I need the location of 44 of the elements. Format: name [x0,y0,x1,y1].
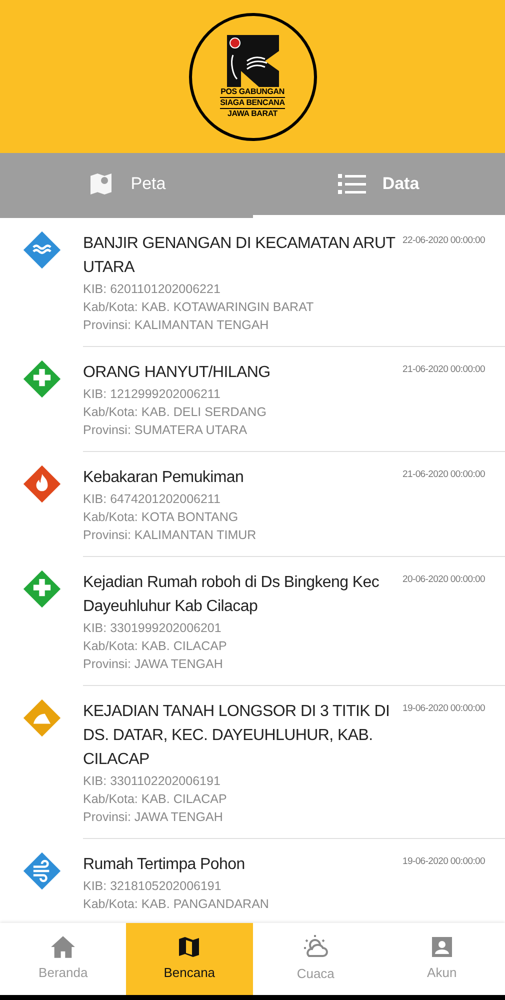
item-title: Kejadian Rumah roboh di Ds Bingkeng Kec Dayeuhluhur Kab Cilacap [83,573,380,617]
logo-text: POS GABUNGAN [220,86,284,96]
item-date: 20-06-2020 00:00:00 [402,573,485,587]
item-detail: KIB: 6201101202006221 [83,281,222,298]
item-detail: KIB: 6474201202006211 [83,491,222,508]
item-title: Kebakaran Pemukiman [83,468,245,488]
item-detail: Kab/Kota: KAB. PANGANDARAN [83,896,270,913]
item-detail: Kab/Kota: KOTA BONTANG [83,509,240,526]
item-detail: KIB: 3301102202006191 [83,773,222,790]
item-title: Rumah Tertimpa Pohon [83,855,246,875]
item-detail: Kab/Kota: KAB. CILACAP [83,638,228,655]
disaster-item[interactable]: BANJIR GENANGAN DI KECAMATAN ARUT UTARA 22-06-2020 00:00:00 KIB: 6201101202006221 Kab/Kota: KAB. KOTAWARINGIN BARAT Provinsi: KALIMANTAN TENGAH [0,218,505,347]
map-icon [177,935,202,960]
item-detail: Provinsi: JAWA TENGAH [83,656,224,673]
disaster-item[interactable]: ORANG HANYUT/HILANG 21-06-2020 00:00:00 KIB: 1212999202006211 Kab/Kota: KAB. DELI SERDANG Provinsi: SUMATERA UTARA [0,347,505,452]
item-detail: Kab/Kota: KAB. CILACAP [83,791,228,808]
item-detail: KIB: 1212999202006211 [83,386,222,403]
item-detail: Kab/Kota: KAB. DELI SERDANG [83,404,268,421]
logo-text: JAWA BARAT [227,108,278,118]
account-icon [430,935,454,960]
item-date: 21-06-2020 00:00:00 [402,363,485,377]
item-detail: KIB: 3301999202006201 [83,620,222,637]
disaster-item[interactable]: Kebakaran Pemukiman 21-06-2020 00:00:00 KIB: 6474201202006211 Kab/Kota: KOTA BONTANG Provinsi: KALIMANTAN TIMUR [0,452,505,557]
item-detail: Provinsi: KALIMANTAN TIMUR [83,527,258,544]
item-detail: Provinsi: KALIMANTAN TENGAH [83,317,270,334]
disaster-item[interactable]: Kejadian Rumah roboh di Ds Bingkeng Kec Dayeuhluhur Kab Cilacap 20-06-2020 00:00:00 KIB: 3301999202006201 Kab/Kota: KAB. CILACAP Provinsi: JAWA TENGAH [0,557,505,686]
item-date: 21-06-2020 00:00:00 [402,468,485,482]
item-detail: Provinsi: JAWA TENGAH [83,809,224,826]
list-icon [338,173,366,195]
logo-emblem-icon [224,34,280,86]
nav-tab[interactable]: Bencana [126,923,252,995]
item-date: 22-06-2020 00:00:00 [402,234,485,248]
item-detail: Kab/Kota: KAB. KOTAWARINGIN BARAT [83,299,315,316]
item-detail: Provinsi: SUMATERA UTARA [83,422,248,439]
disaster-item[interactable]: Rumah Tertimpa Pohon 19-06-2020 00:00:00 KIB: 3218105202006191 Kab/Kota: KAB. PANGANDARAN [0,839,505,923]
item-title: BANJIR GENANGAN DI KECAMATAN ARUT UTARA [83,234,396,278]
item-date: 19-06-2020 00:00:00 [402,702,485,716]
logo-text: SIAGA BENCANA [220,96,285,108]
item-date: 19-06-2020 00:00:00 [402,855,485,869]
disaster-item[interactable]: KEJADIAN TANAH LONGSOR DI 3 TITIK DI DS. DATAR, KEC. DAYEUHLUHUR, KAB. CILACAP 19-06-2020 00:00:00 KIB: 3301102202006191 Kab/Kota: KAB. CILACAP Provinsi: JAWA TENGAH [0,686,505,839]
home-icon [50,935,76,960]
item-detail: KIB: 3218105202006191 [83,878,222,895]
item-title: KEJADIAN TANAH LONGSOR DI 3 TITIK DI DS. DATAR, KEC. DAYEUHLUHUR, KAB. CILACAP [83,702,391,770]
item-title: ORANG HANYUT/HILANG [83,363,272,383]
